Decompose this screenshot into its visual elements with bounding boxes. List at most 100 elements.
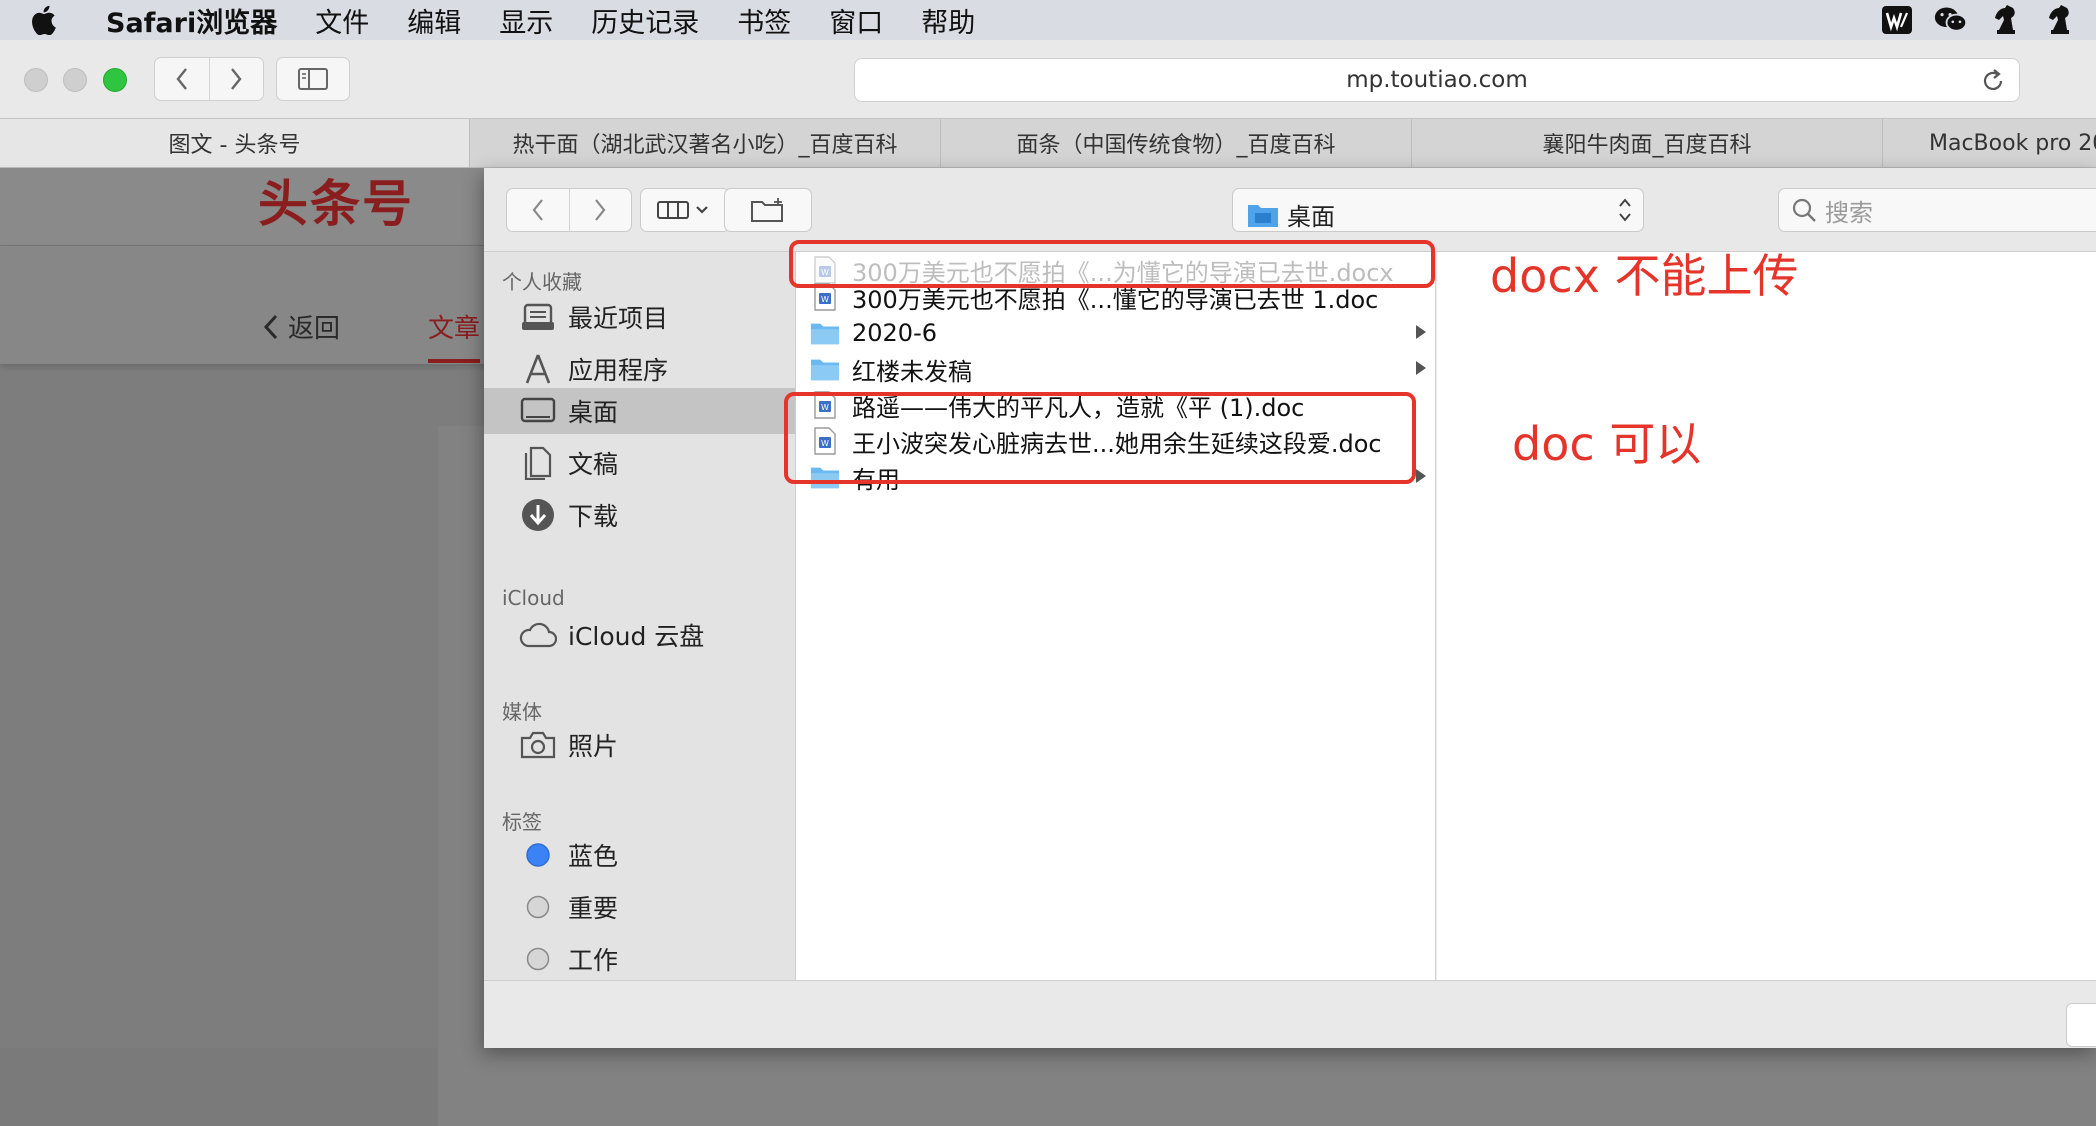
chevron-left-icon xyxy=(176,68,187,90)
toutiao-logo: 头条号 xyxy=(258,175,414,233)
file-open-dialog: 桌面 搜索 个人收藏 最近项目 应用程序 桌面 文稿 下载 iCloud iCl… xyxy=(484,168,2096,1048)
tag-blue-dot-icon xyxy=(518,835,558,875)
sidebar-item-label: 应用程序 xyxy=(568,356,669,385)
menu-bar: Safari浏览器 文件 编辑 显示 历史记录 书签 窗口 帮助 xyxy=(0,0,2096,40)
annotation-note-docx: docx 不能上传 xyxy=(1490,249,1799,303)
chevron-left-icon xyxy=(263,314,278,339)
fullscreen-window-button[interactable] xyxy=(103,68,127,92)
dialog-nav xyxy=(506,188,632,232)
menu-view[interactable]: 显示 xyxy=(499,1,553,40)
sidebar-item-downloads[interactable]: 下载 xyxy=(484,492,795,538)
media-header: 媒体 xyxy=(502,700,542,724)
desktop-icon xyxy=(518,391,558,431)
dialog-back-button[interactable] xyxy=(507,189,569,231)
tab-macbook[interactable]: MacBook pro 20 xyxy=(1883,119,2096,167)
minimize-window-button[interactable] xyxy=(63,68,87,92)
new-folder-button[interactable] xyxy=(724,188,812,232)
chevron-left-icon xyxy=(532,199,543,221)
view-mode-button[interactable] xyxy=(640,188,730,232)
sidebar-item-documents[interactable]: 文稿 xyxy=(484,440,795,486)
menu-file[interactable]: 文件 xyxy=(315,1,369,40)
chess-knight-icon[interactable] xyxy=(2042,3,2076,37)
footer-button[interactable] xyxy=(2066,1003,2096,1047)
sidebar-item-photos[interactable]: 照片 xyxy=(484,722,795,768)
search-icon xyxy=(1792,198,1816,222)
sidebar-item-label: 下载 xyxy=(568,502,619,531)
dialog-forward-button[interactable] xyxy=(568,189,632,231)
location-label: 桌面 xyxy=(1287,203,1335,231)
folder-icon xyxy=(810,354,840,384)
svg-text:W: W xyxy=(821,295,829,304)
desktop-folder-icon xyxy=(1248,204,1278,227)
sidebar-item-label: iCloud 云盘 xyxy=(568,622,705,651)
sidebar-item-label: 最近项目 xyxy=(568,304,669,333)
chess-knight-icon[interactable] xyxy=(1988,3,2022,37)
sidebar-item-label: 蓝色 xyxy=(568,842,619,871)
tab-miantiao[interactable]: 面条（中国传统食物）_百度百科 xyxy=(941,119,1412,167)
documents-icon xyxy=(518,443,558,483)
tab-reganmian[interactable]: 热干面（湖北武汉著名小吃）_百度百科 xyxy=(470,119,941,167)
camera-icon xyxy=(518,725,558,765)
wechat-icon[interactable] xyxy=(1934,3,1968,37)
tab-article[interactable]: 文章 xyxy=(428,308,481,363)
disclosure-arrow-icon xyxy=(1416,361,1426,375)
reload-icon[interactable] xyxy=(1979,67,2007,95)
history-nav xyxy=(154,57,264,101)
folder-icon xyxy=(810,318,840,348)
dialog-sidebar: 个人收藏 最近项目 应用程序 桌面 文稿 下载 iCloud iCloud 云盘… xyxy=(484,252,796,982)
address-bar[interactable]: mp.toutiao.com xyxy=(854,58,2020,102)
cloud-icon xyxy=(518,615,558,655)
sidebar-tag-work[interactable]: 工作 xyxy=(484,936,795,982)
disclosure-arrow-icon xyxy=(1416,469,1426,483)
menu-window[interactable]: 窗口 xyxy=(829,1,883,40)
sidebar-item-applications[interactable]: 应用程序 xyxy=(484,346,795,392)
tab-xiangyang[interactable]: 襄阳牛肉面_百度百科 xyxy=(1412,119,1883,167)
wps-icon[interactable] xyxy=(1880,3,1914,37)
sidebar-toggle-button[interactable] xyxy=(276,57,350,101)
menu-edit[interactable]: 编辑 xyxy=(407,1,461,40)
dialog-footer xyxy=(484,980,2096,1048)
folder-row[interactable]: 红楼未发稿 xyxy=(796,351,1436,387)
menu-history[interactable]: 历史记录 xyxy=(591,1,699,40)
sidebar-item-icloud-drive[interactable]: iCloud 云盘 xyxy=(484,612,795,658)
browser-toolbar: mp.toutiao.com xyxy=(0,40,2096,118)
columns-view-icon xyxy=(657,201,708,219)
menu-app-name[interactable]: Safari浏览器 xyxy=(106,1,277,40)
apple-icon[interactable] xyxy=(30,0,82,40)
back-label: 返回 xyxy=(288,314,341,344)
back-link[interactable]: 返回 xyxy=(262,308,340,345)
sidebar-item-label: 照片 xyxy=(568,732,619,761)
sidebar-item-label: 重要 xyxy=(568,894,619,923)
tag-gray-dot-icon xyxy=(518,887,558,927)
tab-toutiao[interactable]: 图文 - 头条号 xyxy=(0,119,470,167)
sidebar-item-recents[interactable]: 最近项目 xyxy=(484,294,795,340)
forward-button[interactable] xyxy=(208,58,264,100)
updown-chevron-icon xyxy=(1619,198,1631,222)
favorites-header: 个人收藏 xyxy=(502,270,582,294)
menu-bookmarks[interactable]: 书签 xyxy=(737,1,791,40)
disclosure-arrow-icon xyxy=(1416,325,1426,339)
url-text: mp.toutiao.com xyxy=(1346,67,1528,93)
downloads-icon xyxy=(518,495,558,535)
recents-icon xyxy=(518,297,558,337)
applications-icon xyxy=(518,349,558,389)
chevron-right-icon xyxy=(231,68,242,90)
close-window-button[interactable] xyxy=(24,68,48,92)
folder-row[interactable]: 2020-6 xyxy=(796,315,1436,351)
file-name: 红楼未发稿 xyxy=(852,357,972,386)
back-button[interactable] xyxy=(155,58,209,100)
sidebar-tag-blue[interactable]: 蓝色 xyxy=(484,832,795,878)
sidebar-tag-important[interactable]: 重要 xyxy=(484,884,795,930)
tag-gray-dot-icon xyxy=(518,939,558,979)
location-popup[interactable]: 桌面 xyxy=(1232,188,1644,232)
sidebar-item-label: 文稿 xyxy=(568,450,619,479)
preview-column xyxy=(1437,252,2096,982)
sidebar-item-label: 工作 xyxy=(568,946,619,975)
search-field[interactable]: 搜索 xyxy=(1778,188,2096,232)
sidebar-item-desktop[interactable]: 桌面 xyxy=(484,388,795,434)
file-name: 2020-6 xyxy=(852,319,938,347)
menu-help[interactable]: 帮助 xyxy=(921,1,975,40)
annotation-box-doc xyxy=(784,392,1416,484)
status-tray xyxy=(1880,0,2096,40)
tags-header: 标签 xyxy=(502,810,542,834)
